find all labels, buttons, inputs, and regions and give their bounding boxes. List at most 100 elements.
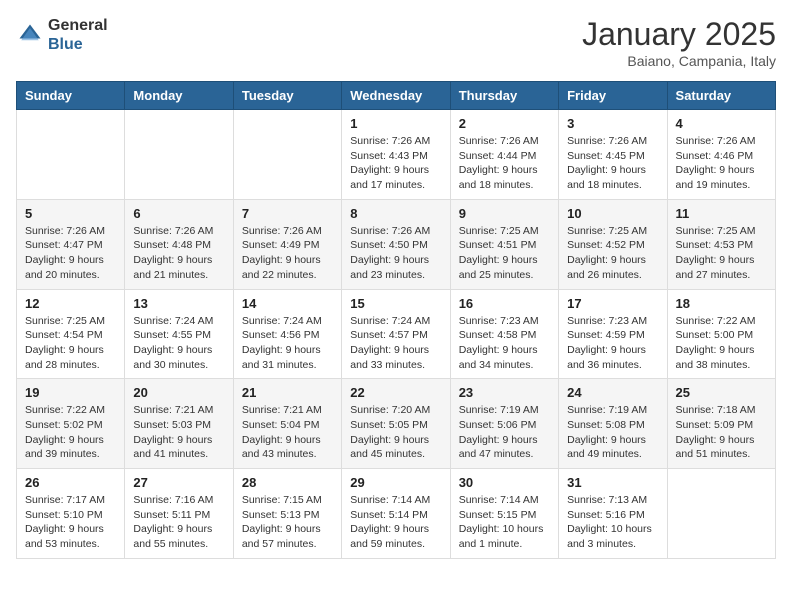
day-info: Sunrise: 7:25 AM Sunset: 4:51 PM Dayligh… xyxy=(459,224,550,283)
day-info: Sunrise: 7:25 AM Sunset: 4:53 PM Dayligh… xyxy=(676,224,767,283)
day-number: 20 xyxy=(133,385,224,400)
calendar-week-row: 1 Sunrise: 7:26 AM Sunset: 4:43 PM Daylig… xyxy=(17,110,776,200)
calendar-day-cell xyxy=(233,110,341,200)
calendar-day-cell: 7 Sunrise: 7:26 AM Sunset: 4:49 PM Daylig… xyxy=(233,199,341,289)
day-info: Sunrise: 7:26 AM Sunset: 4:46 PM Dayligh… xyxy=(676,134,767,193)
day-number: 30 xyxy=(459,475,550,490)
weekday-header-cell: Friday xyxy=(559,82,667,110)
day-number: 25 xyxy=(676,385,767,400)
day-info: Sunrise: 7:26 AM Sunset: 4:48 PM Dayligh… xyxy=(133,224,224,283)
calendar-day-cell: 5 Sunrise: 7:26 AM Sunset: 4:47 PM Daylig… xyxy=(17,199,125,289)
calendar-day-cell xyxy=(17,110,125,200)
weekday-header-cell: Wednesday xyxy=(342,82,450,110)
day-info: Sunrise: 7:17 AM Sunset: 5:10 PM Dayligh… xyxy=(25,493,116,552)
calendar-day-cell: 14 Sunrise: 7:24 AM Sunset: 4:56 PM Dayli… xyxy=(233,289,341,379)
day-info: Sunrise: 7:22 AM Sunset: 5:02 PM Dayligh… xyxy=(25,403,116,462)
calendar-day-cell: 25 Sunrise: 7:18 AM Sunset: 5:09 PM Dayli… xyxy=(667,379,775,469)
logo-general: General xyxy=(48,16,108,35)
calendar-day-cell: 24 Sunrise: 7:19 AM Sunset: 5:08 PM Dayli… xyxy=(559,379,667,469)
day-number: 27 xyxy=(133,475,224,490)
day-number: 17 xyxy=(567,296,658,311)
day-info: Sunrise: 7:22 AM Sunset: 5:00 PM Dayligh… xyxy=(676,314,767,373)
calendar-body: 1 Sunrise: 7:26 AM Sunset: 4:43 PM Daylig… xyxy=(17,110,776,559)
day-info: Sunrise: 7:13 AM Sunset: 5:16 PM Dayligh… xyxy=(567,493,658,552)
calendar-day-cell: 26Sunrise: 7:17 AM Sunset: 5:10 PM Dayli… xyxy=(17,469,125,559)
weekday-header-cell: Thursday xyxy=(450,82,558,110)
day-number: 4 xyxy=(676,116,767,131)
day-info: Sunrise: 7:23 AM Sunset: 4:59 PM Dayligh… xyxy=(567,314,658,373)
weekday-header-cell: Saturday xyxy=(667,82,775,110)
calendar-day-cell: 28 Sunrise: 7:15 AM Sunset: 5:13 PM Dayli… xyxy=(233,469,341,559)
calendar-day-cell: 12Sunrise: 7:25 AM Sunset: 4:54 PM Dayli… xyxy=(17,289,125,379)
calendar-day-cell: 29Sunrise: 7:14 AM Sunset: 5:14 PM Dayli… xyxy=(342,469,450,559)
day-number: 11 xyxy=(676,206,767,221)
day-info: Sunrise: 7:14 AM Sunset: 5:15 PM Dayligh… xyxy=(459,493,550,552)
day-info: Sunrise: 7:26 AM Sunset: 4:45 PM Dayligh… xyxy=(567,134,658,193)
calendar-day-cell: 3 Sunrise: 7:26 AM Sunset: 4:45 PM Daylig… xyxy=(559,110,667,200)
day-number: 13 xyxy=(133,296,224,311)
day-number: 29 xyxy=(350,475,441,490)
day-number: 1 xyxy=(350,116,441,131)
calendar-day-cell: 22 Sunrise: 7:20 AM Sunset: 5:05 PM Dayli… xyxy=(342,379,450,469)
calendar-day-cell: 30 Sunrise: 7:14 AM Sunset: 5:15 PM Dayli… xyxy=(450,469,558,559)
calendar-day-cell: 15Sunrise: 7:24 AM Sunset: 4:57 PM Dayli… xyxy=(342,289,450,379)
page-header: General Blue January 2025 Baiano, Campan… xyxy=(16,16,776,69)
calendar-table: SundayMondayTuesdayWednesdayThursdayFrid… xyxy=(16,81,776,559)
calendar-week-row: 26Sunrise: 7:17 AM Sunset: 5:10 PM Dayli… xyxy=(17,469,776,559)
month-title: January 2025 xyxy=(582,16,776,53)
calendar-day-cell: 9 Sunrise: 7:25 AM Sunset: 4:51 PM Daylig… xyxy=(450,199,558,289)
day-number: 7 xyxy=(242,206,333,221)
calendar-day-cell: 13 Sunrise: 7:24 AM Sunset: 4:55 PM Dayli… xyxy=(125,289,233,379)
calendar-day-cell: 8 Sunrise: 7:26 AM Sunset: 4:50 PM Daylig… xyxy=(342,199,450,289)
weekday-header-cell: Tuesday xyxy=(233,82,341,110)
day-info: Sunrise: 7:24 AM Sunset: 4:57 PM Dayligh… xyxy=(350,314,441,373)
calendar-day-cell: 2Sunrise: 7:26 AM Sunset: 4:44 PM Daylig… xyxy=(450,110,558,200)
day-info: Sunrise: 7:15 AM Sunset: 5:13 PM Dayligh… xyxy=(242,493,333,552)
calendar-day-cell: 4 Sunrise: 7:26 AM Sunset: 4:46 PM Daylig… xyxy=(667,110,775,200)
day-number: 8 xyxy=(350,206,441,221)
day-info: Sunrise: 7:16 AM Sunset: 5:11 PM Dayligh… xyxy=(133,493,224,552)
day-info: Sunrise: 7:19 AM Sunset: 5:06 PM Dayligh… xyxy=(459,403,550,462)
day-info: Sunrise: 7:19 AM Sunset: 5:08 PM Dayligh… xyxy=(567,403,658,462)
day-number: 9 xyxy=(459,206,550,221)
logo: General Blue xyxy=(16,16,108,54)
day-info: Sunrise: 7:26 AM Sunset: 4:50 PM Dayligh… xyxy=(350,224,441,283)
day-info: Sunrise: 7:24 AM Sunset: 4:55 PM Dayligh… xyxy=(133,314,224,373)
weekday-header-cell: Monday xyxy=(125,82,233,110)
weekday-header-cell: Sunday xyxy=(17,82,125,110)
calendar-day-cell: 16 Sunrise: 7:23 AM Sunset: 4:58 PM Dayli… xyxy=(450,289,558,379)
day-number: 10 xyxy=(567,206,658,221)
day-number: 14 xyxy=(242,296,333,311)
title-block: January 2025 Baiano, Campania, Italy xyxy=(582,16,776,69)
calendar-day-cell: 1 Sunrise: 7:26 AM Sunset: 4:43 PM Daylig… xyxy=(342,110,450,200)
day-info: Sunrise: 7:24 AM Sunset: 4:56 PM Dayligh… xyxy=(242,314,333,373)
logo-blue: Blue xyxy=(48,35,108,54)
calendar-day-cell: 18 Sunrise: 7:22 AM Sunset: 5:00 PM Dayli… xyxy=(667,289,775,379)
day-number: 22 xyxy=(350,385,441,400)
calendar-day-cell: 21 Sunrise: 7:21 AM Sunset: 5:04 PM Dayli… xyxy=(233,379,341,469)
day-info: Sunrise: 7:26 AM Sunset: 4:47 PM Dayligh… xyxy=(25,224,116,283)
day-number: 31 xyxy=(567,475,658,490)
day-number: 18 xyxy=(676,296,767,311)
weekday-header-row: SundayMondayTuesdayWednesdayThursdayFrid… xyxy=(17,82,776,110)
day-info: Sunrise: 7:26 AM Sunset: 4:49 PM Dayligh… xyxy=(242,224,333,283)
calendar-day-cell: 31 Sunrise: 7:13 AM Sunset: 5:16 PM Dayli… xyxy=(559,469,667,559)
day-number: 5 xyxy=(25,206,116,221)
day-info: Sunrise: 7:18 AM Sunset: 5:09 PM Dayligh… xyxy=(676,403,767,462)
day-number: 21 xyxy=(242,385,333,400)
day-info: Sunrise: 7:21 AM Sunset: 5:04 PM Dayligh… xyxy=(242,403,333,462)
day-number: 16 xyxy=(459,296,550,311)
day-number: 6 xyxy=(133,206,224,221)
calendar-day-cell: 10Sunrise: 7:25 AM Sunset: 4:52 PM Dayli… xyxy=(559,199,667,289)
calendar-week-row: 5 Sunrise: 7:26 AM Sunset: 4:47 PM Daylig… xyxy=(17,199,776,289)
calendar-day-cell: 17 Sunrise: 7:23 AM Sunset: 4:59 PM Dayli… xyxy=(559,289,667,379)
day-number: 3 xyxy=(567,116,658,131)
day-number: 2 xyxy=(459,116,550,131)
day-info: Sunrise: 7:26 AM Sunset: 4:43 PM Dayligh… xyxy=(350,134,441,193)
day-info: Sunrise: 7:21 AM Sunset: 5:03 PM Dayligh… xyxy=(133,403,224,462)
day-number: 24 xyxy=(567,385,658,400)
day-info: Sunrise: 7:23 AM Sunset: 4:58 PM Dayligh… xyxy=(459,314,550,373)
calendar-week-row: 19Sunrise: 7:22 AM Sunset: 5:02 PM Dayli… xyxy=(17,379,776,469)
day-info: Sunrise: 7:20 AM Sunset: 5:05 PM Dayligh… xyxy=(350,403,441,462)
day-number: 28 xyxy=(242,475,333,490)
